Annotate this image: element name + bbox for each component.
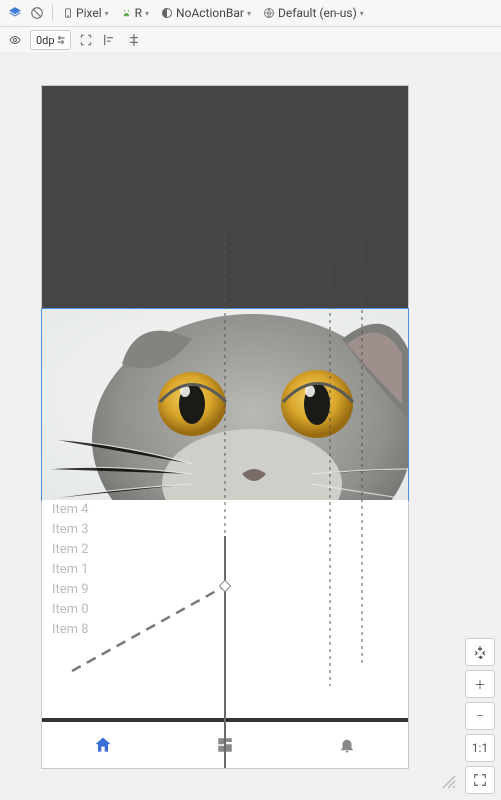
margin-input[interactable]: 0dp	[30, 30, 71, 50]
margin-value: 0dp	[36, 34, 55, 47]
locale-name: Default (en-us)	[278, 6, 357, 20]
chevron-down-icon: ▾	[247, 9, 251, 18]
bottom-navigation	[42, 718, 408, 768]
device-name: Pixel	[76, 6, 102, 20]
nav-notifications-button[interactable]	[286, 722, 408, 768]
chevron-down-icon: ▾	[105, 9, 109, 18]
api-selector[interactable]: R ▾	[117, 3, 153, 23]
list-item[interactable]: Item 2	[42, 540, 408, 560]
list-item[interactable]: Item 1	[42, 560, 408, 580]
default-margins-icon[interactable]	[77, 31, 95, 49]
layers-icon[interactable]	[6, 4, 24, 22]
theme-name: NoActionBar	[176, 6, 244, 20]
cat-image	[42, 309, 408, 500]
main-toolbar: Pixel ▾ R ▾ NoActionBar ▾ Default (en-us…	[0, 0, 501, 27]
image-view[interactable]	[42, 309, 408, 500]
zoom-out-button[interactable]: −	[465, 702, 495, 730]
zoom-reset-button[interactable]: 1:1	[465, 734, 495, 762]
nav-home-button[interactable]	[42, 722, 164, 768]
device-selector[interactable]: Pixel ▾	[59, 3, 113, 23]
list-view[interactable]: Item 4 Item 3 Item 2 Item 1 Item 9 Item …	[42, 500, 408, 722]
pan-button[interactable]	[465, 638, 495, 666]
chevron-down-icon: ▾	[360, 9, 364, 18]
list-item[interactable]: Item 0	[42, 600, 408, 620]
list-item[interactable]: Item 3	[42, 520, 408, 540]
api-level: R	[135, 6, 142, 20]
design-canvas[interactable]: Item 4 Item 3 Item 2 Item 1 Item 9 Item …	[0, 52, 501, 800]
restrictions-icon[interactable]	[28, 4, 46, 22]
theme-selector[interactable]: NoActionBar ▾	[157, 3, 255, 23]
list-item[interactable]: Item 4	[42, 500, 408, 520]
guideline-icon[interactable]	[125, 31, 143, 49]
zoom-in-button[interactable]: ＋	[465, 670, 495, 698]
list-item[interactable]: Item 9	[42, 580, 408, 600]
visibility-icon[interactable]	[6, 31, 24, 49]
align-icon[interactable]	[101, 31, 119, 49]
list-item[interactable]: Item 8	[42, 620, 408, 640]
zoom-fit-button[interactable]	[465, 766, 495, 794]
locale-selector[interactable]: Default (en-us) ▾	[259, 3, 368, 23]
view-options-bar: 0dp	[0, 27, 501, 54]
nav-dashboard-button[interactable]	[164, 722, 286, 768]
chevron-down-icon: ▾	[145, 9, 149, 18]
resize-grip-icon	[439, 772, 457, 790]
device-preview[interactable]: Item 4 Item 3 Item 2 Item 1 Item 9 Item …	[42, 86, 408, 768]
zoom-controls: ＋ − 1:1	[465, 638, 495, 794]
